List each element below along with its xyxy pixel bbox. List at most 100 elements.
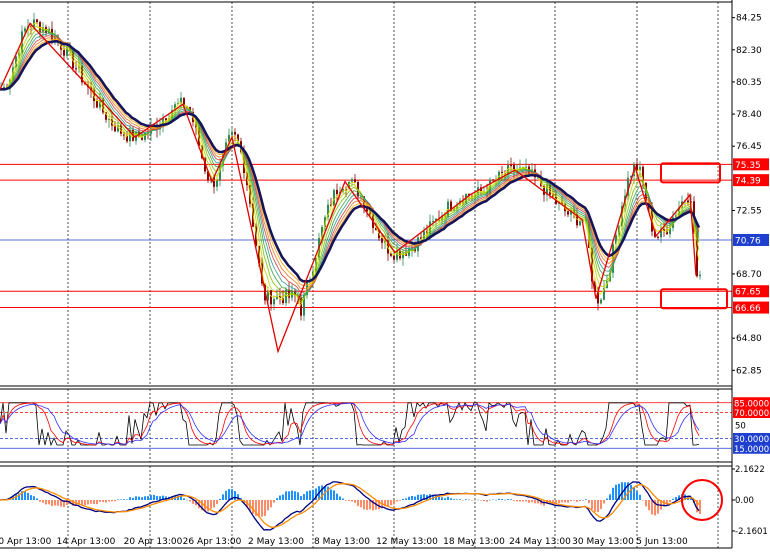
macd-histogram-bar (282, 494, 284, 500)
candle-body (354, 179, 356, 183)
macd-histogram-bar (261, 500, 263, 517)
macd-histogram-bar (213, 500, 215, 508)
macd-histogram-bar (54, 500, 56, 506)
candle-body (351, 179, 353, 182)
macd-histogram-bar (513, 500, 515, 501)
macd-histogram-bar (582, 499, 584, 501)
macd-histogram-bar (609, 494, 611, 500)
candle-body (33, 19, 35, 27)
macd: 2.1622 0.00 -2.1601 (0, 465, 768, 537)
osc-level-label: 15.0000 (734, 445, 769, 455)
candle-body (393, 255, 395, 260)
candle-body (501, 171, 503, 173)
macd-histogram-bar (297, 492, 299, 500)
macd-histogram-bar (303, 494, 305, 500)
macd-histogram-bar (156, 496, 158, 500)
macd-histogram-bar (405, 498, 407, 500)
macd-histogram-bar (390, 500, 392, 506)
macd-histogram-bar (444, 498, 446, 500)
macd-histogram-bar (564, 500, 566, 503)
macd-histogram-bar (309, 490, 311, 500)
macd-histogram-bar (123, 499, 125, 500)
macd-histogram-bar (516, 500, 518, 502)
macd-histogram-bar (672, 498, 674, 500)
candle-body (231, 132, 233, 136)
candle-body (63, 49, 65, 56)
macd-histogram-bar (27, 492, 29, 500)
price-tick-label: 78.40 (736, 110, 762, 120)
macd-histogram-bar (483, 500, 485, 502)
macd-histogram-bar (126, 499, 128, 501)
macd-histogram-bar (501, 499, 503, 500)
macd-histogram-bar (525, 500, 527, 502)
macd-histogram-bar (585, 499, 587, 500)
candle-body (600, 299, 602, 304)
macd-histogram-bar (447, 496, 449, 500)
macd-histogram-bar (360, 500, 362, 508)
macd-histogram-bar (675, 497, 677, 500)
macd-histogram-bar (57, 500, 59, 506)
candle-body (270, 290, 272, 305)
macd-histogram-bar (474, 500, 476, 501)
macd-histogram-bar (252, 500, 254, 514)
macd-histogram-bar (639, 494, 641, 500)
x-tick-label: 10 Apr 13:00 (0, 537, 52, 547)
macd-histogram-bar (648, 500, 650, 511)
macd-histogram-bar (606, 498, 608, 500)
x-tick-label: 30 May 13:00 (572, 537, 634, 547)
macd-histogram-bar (387, 500, 389, 507)
macd-histogram-bar (30, 495, 32, 500)
macd-histogram-bar (99, 500, 101, 502)
macd-histogram-bar (486, 500, 488, 502)
macd-histogram-bar (33, 496, 35, 500)
macd-histogram-bar (84, 500, 86, 506)
candle-body (24, 28, 26, 32)
candle-body (567, 211, 569, 215)
x-tick-label: 24 May 13:00 (509, 537, 571, 547)
macd-histogram-bar (336, 493, 338, 500)
macd-histogram-bar (558, 500, 560, 504)
macd-histogram-bar (276, 498, 278, 500)
macd-histogram-bar (183, 498, 185, 500)
macd-histogram-bar (600, 500, 602, 510)
macd-histogram-bar (471, 500, 473, 501)
macd-histogram-bar (294, 491, 296, 500)
x-tick-label: 8 May 13:00 (314, 537, 370, 547)
price-level-label: 74.39 (735, 177, 761, 187)
x-tick-label: 20 Apr 13:00 (124, 537, 183, 547)
macd-histogram-bar (420, 494, 422, 500)
macd-histogram-bar (279, 495, 281, 500)
macd-histogram-bar (699, 500, 701, 515)
macd-histogram-bar (363, 500, 365, 510)
macd-histogram-bar (477, 499, 479, 501)
macd-histogram-bar (141, 497, 143, 500)
macd-histogram-bar (633, 486, 635, 500)
macd-histogram-bar (576, 500, 578, 502)
macd-histogram-bar (207, 500, 209, 512)
macd-tick-label: 0.00 (735, 496, 754, 506)
macd-histogram-bar (129, 497, 131, 500)
macd-histogram-bar (339, 496, 341, 500)
macd-histogram-bar (603, 500, 605, 504)
macd-histogram-bar (225, 490, 227, 500)
macd-histogram-bar (657, 500, 659, 514)
candle-body (75, 68, 77, 70)
macd-histogram-bar (612, 487, 614, 500)
macd-histogram-bar (669, 500, 671, 503)
macd-histogram-bar (342, 498, 344, 500)
price-tick-label: 64.80 (736, 334, 762, 344)
price-tick-label: 76.45 (736, 142, 762, 152)
price-tick-label: 84.25 (736, 14, 762, 24)
x-axis: 10 Apr 13:00 14 Apr 13:00 20 Apr 13:0026 A… (0, 537, 688, 547)
candle-body (432, 221, 434, 223)
macd-histogram-bar (450, 498, 452, 500)
x-tick-label: 14 Apr 13:00 (57, 537, 116, 547)
macd-histogram-bar (24, 491, 26, 500)
macd-histogram-bar (531, 500, 533, 503)
macd-histogram-bar (402, 498, 404, 500)
x-tick-label: 26 Apr 13:00 (183, 537, 242, 547)
macd-histogram-bar (504, 499, 506, 501)
macd-histogram-bar (267, 500, 269, 511)
price-level-label: 66.66 (735, 304, 761, 314)
macd-histogram-bar (153, 494, 155, 500)
